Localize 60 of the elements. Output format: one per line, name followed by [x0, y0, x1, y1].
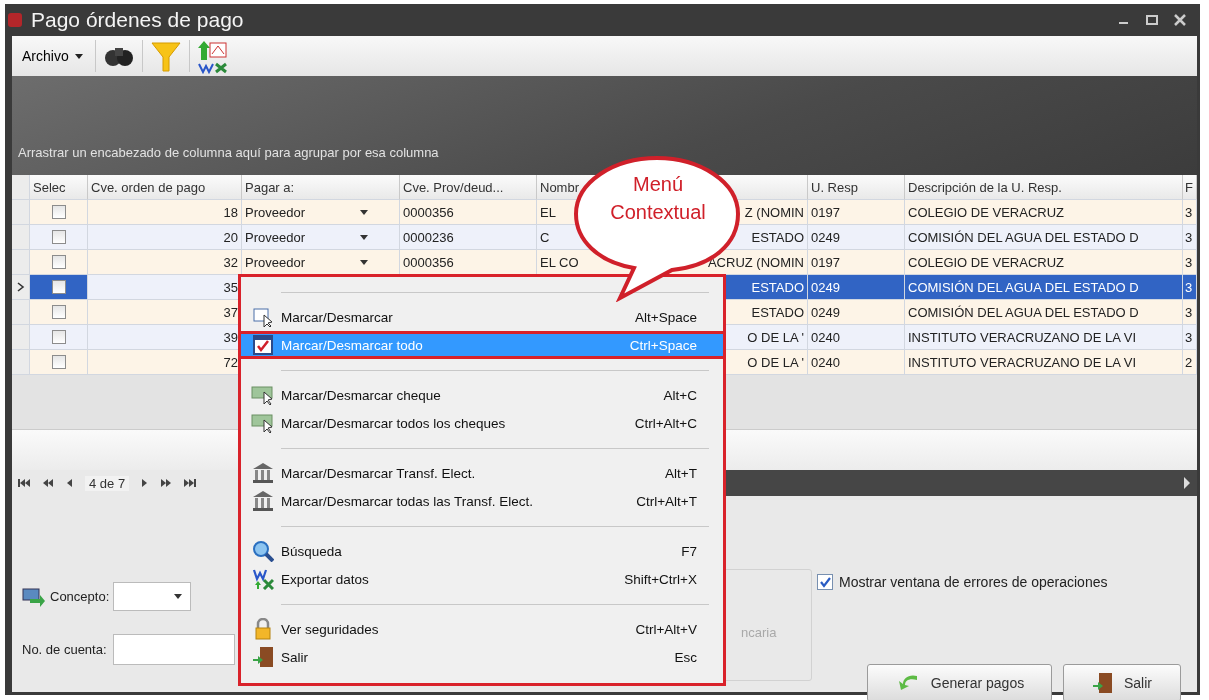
table-cell: 0197 [808, 250, 905, 275]
table-cell: COLEGIO DE VERACRUZ [905, 200, 1183, 225]
table-cell: 0000356 [400, 250, 537, 275]
menu-item[interactable]: Marcar/Desmarcar todos los cheques Ctrl+Alt+C [238, 409, 726, 437]
table-cell: 18 [88, 200, 242, 225]
table-cell: 0197 [808, 200, 905, 225]
table-cell: 32 [88, 250, 242, 275]
table-cell: 0249 [808, 275, 905, 300]
table-cell: 0240 [808, 350, 905, 375]
table-cell: INSTITUTO VERACRUZANO DE LA VI [905, 350, 1183, 375]
table-cell: 0249 [808, 225, 905, 250]
payee-dropdown[interactable]: Proveedor [242, 250, 400, 275]
table-cell: ESTADO [751, 279, 804, 295]
table-cell: 3 [1183, 275, 1197, 300]
table-cell: 2 [1183, 350, 1197, 375]
table-cell: ESTADO [751, 304, 804, 320]
archivo-menu-button[interactable]: Archivo [16, 44, 89, 68]
table-cell: INSTITUTO VERACRUZANO DE LA VI [905, 325, 1183, 350]
table-cell: 0240 [808, 325, 905, 350]
table-cell: O DE LA ' [747, 354, 804, 370]
menu-item[interactable]: Marcar/Desmarcar cheque Alt+C [238, 381, 726, 409]
payee-dropdown[interactable]: Proveedor [242, 200, 400, 225]
table-cell: EL CO [540, 254, 579, 270]
group-box-label: ncaria [741, 625, 777, 640]
table-cell: 0000356 [400, 200, 537, 225]
table-cell: COMISIÓN DEL AGUA DEL ESTADO D [905, 300, 1183, 325]
table-cell: COMISIÓN DEL AGUA DEL ESTADO D [905, 225, 1183, 250]
menu-item[interactable]: Búsqueda F7 [238, 537, 726, 565]
callout-text: Menú Contextual [609, 172, 707, 225]
table-cell: 3 [1183, 200, 1197, 225]
table-cell: 20 [88, 225, 242, 250]
payee-dropdown[interactable]: Proveedor [242, 225, 400, 250]
exit-button[interactable]: Salir [1063, 664, 1181, 700]
table-cell: 3 [1183, 250, 1197, 275]
table-cell: O DE LA ' [747, 329, 804, 345]
table-cell: 0249 [808, 300, 905, 325]
page-position: 4 de 7 [85, 475, 130, 491]
table-cell: EL [540, 204, 556, 220]
table-cell: 3 [1183, 325, 1197, 350]
cuenta-label: No. de cuenta: [22, 642, 107, 657]
table-cell: 3 [1183, 300, 1197, 325]
table-cell: COMISIÓN DEL AGUA DEL ESTADO D [905, 275, 1183, 300]
window-title: Pago órdenes de pago [31, 8, 244, 32]
table-cell: ACRUZ (NOMIN [707, 254, 804, 270]
table-cell: 3 [1183, 225, 1197, 250]
menu-item[interactable]: Salir Esc [238, 643, 726, 671]
column-header[interactable]: Nombr [540, 179, 579, 195]
table-cell: 0000236 [400, 225, 537, 250]
menu-item[interactable]: Ver seguridades Ctrl+Alt+V [238, 615, 726, 643]
group-hint: Arrastrar un encabezado de columna aquí para agrupar por esa columna [18, 145, 439, 160]
menu-item[interactable]: Marcar/Desmarcar Transf. Elect. Alt+T [238, 459, 726, 487]
table-cell: C [540, 229, 550, 245]
table-cell: Z (NOMIN [744, 204, 804, 220]
concepto-label: Concepto: [50, 589, 110, 604]
generate-button[interactable]: Generar pagos [867, 664, 1052, 700]
table-cell: ESTADO [751, 229, 804, 245]
table-cell: COLEGIO DE VERACRUZ [905, 250, 1183, 275]
menu-item[interactable]: Exportar datos Shift+Ctrl+X [238, 565, 726, 593]
errors-checkbox-label: Mostrar ventana de errores de operaciones [839, 574, 1108, 590]
menu-item[interactable]: Marcar/Desmarcar todas las Transf. Elect. Ctrl+Alt+T [238, 487, 726, 515]
